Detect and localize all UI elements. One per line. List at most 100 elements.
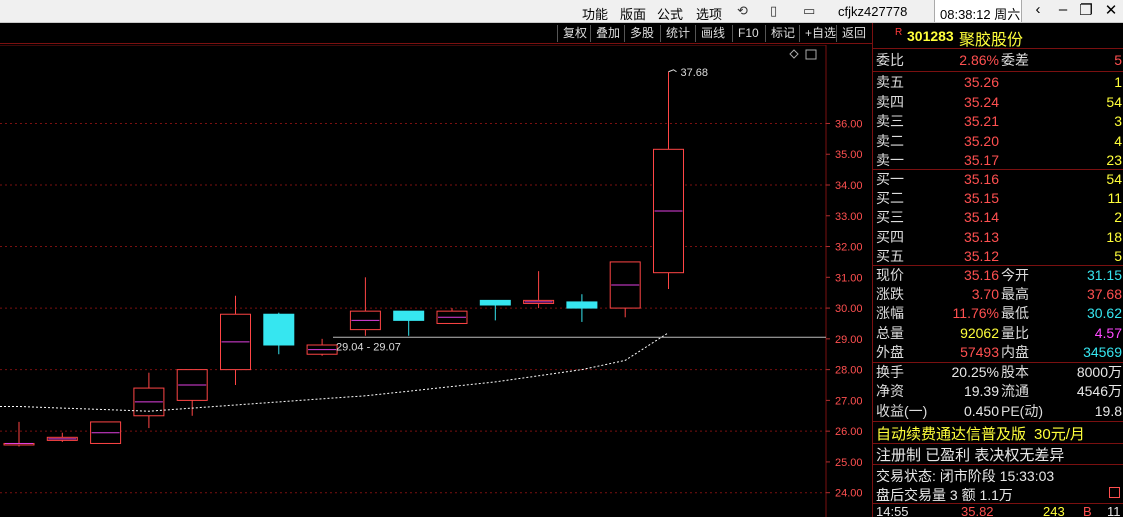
buy-row-value: 35.13 bbox=[963, 228, 999, 245]
quote-row-label: 涨跌 bbox=[876, 286, 904, 303]
fund-row-value: 20.25% bbox=[951, 364, 999, 380]
return-button[interactable]: 返回 bbox=[836, 25, 871, 42]
fund-row-value: 0.450 bbox=[963, 402, 999, 419]
quote-row: 总量 92062 量比 4.57 bbox=[873, 324, 1123, 343]
fund-row: 净资 19.39 流通 4546万 bbox=[873, 382, 1123, 401]
divider bbox=[873, 71, 1123, 72]
quote-row-label: 现价 bbox=[876, 267, 904, 283]
tick-time: 14:55 bbox=[876, 504, 909, 517]
fund-row-label2: PE(动) bbox=[1001, 402, 1043, 419]
buy-row: 买二 35.15 11 bbox=[873, 189, 1123, 208]
candle-body bbox=[479, 299, 511, 306]
buy-row-value: 35.15 bbox=[963, 190, 999, 207]
sell-row-label: 卖五 bbox=[876, 74, 904, 90]
message-icon[interactable]: ▭ bbox=[803, 3, 815, 19]
buy-row-value: 35.16 bbox=[963, 171, 999, 187]
buy-row-value2: 11 bbox=[1107, 190, 1122, 207]
stock-code: 301283 bbox=[907, 28, 954, 44]
mark-button[interactable]: 标记 bbox=[765, 25, 800, 42]
max-price-label: 37.68 bbox=[681, 67, 709, 79]
weicha-label: 委差 bbox=[1001, 52, 1029, 68]
refresh-icon[interactable]: ⟲ bbox=[737, 3, 748, 19]
promo-banner[interactable]: 自动续费通达信普及版 30元/月 bbox=[876, 423, 1085, 444]
y-tick-label: 32.00 bbox=[835, 242, 863, 254]
quote-row: 外盘 57493 内盘 34569 bbox=[873, 343, 1123, 362]
promo-text: 自动续费通达信普及版 bbox=[876, 426, 1027, 443]
y-tick-label: 29.00 bbox=[835, 334, 863, 346]
menu-formula[interactable]: 公式 bbox=[657, 4, 683, 23]
diamond-icon bbox=[789, 49, 799, 59]
quote-row-value: 35.16 bbox=[963, 267, 999, 283]
quote-row-value2: 34569 bbox=[1083, 343, 1122, 360]
close-icon[interactable]: ✕ bbox=[1101, 1, 1121, 19]
f10-button[interactable]: F10 bbox=[732, 25, 764, 42]
user-account[interactable]: cfjkz427778 bbox=[838, 4, 907, 19]
menu-function[interactable]: 功能 bbox=[582, 4, 608, 23]
quote-row: 涨跌 3.70 最高 37.68 bbox=[873, 285, 1123, 304]
buy-row-label: 买四 bbox=[876, 228, 904, 245]
sell-row: 卖五 35.26 1 bbox=[873, 73, 1123, 92]
listing-notice: 注册制 已盈利 表决权无差异 bbox=[876, 447, 1065, 464]
buy-row-value2: 5 bbox=[1114, 247, 1122, 264]
quote-row-label2: 内盘 bbox=[1001, 343, 1029, 360]
quote-row-value2: 37.68 bbox=[1086, 286, 1122, 303]
multi-stock-button[interactable]: 多股 bbox=[624, 25, 659, 42]
quote-row-value: 92062 bbox=[960, 324, 999, 341]
detail-icon[interactable] bbox=[1109, 487, 1120, 498]
quote-row-label: 外盘 bbox=[876, 343, 904, 360]
weibi-value: 2.86% bbox=[959, 52, 999, 68]
quote-row-label2: 量比 bbox=[1001, 324, 1029, 341]
fund-row: 换手 20.25% 股本 8000万 bbox=[873, 363, 1123, 382]
y-tick-label: 35.00 bbox=[835, 149, 863, 161]
draw-line-button[interactable]: 画线 bbox=[695, 25, 730, 42]
y-tick-label: 26.00 bbox=[835, 426, 863, 438]
tick-side: B bbox=[1083, 504, 1092, 517]
restore-icon[interactable]: ❐ bbox=[1076, 1, 1096, 19]
sell-row-label: 卖二 bbox=[876, 132, 904, 149]
fuquan-button[interactable]: 复权 bbox=[557, 25, 592, 42]
sell-row-value: 35.20 bbox=[963, 132, 999, 149]
quote-row-value2: 4.57 bbox=[1094, 324, 1122, 341]
candle-body bbox=[263, 313, 295, 346]
sell-row-value2: 23 bbox=[1106, 152, 1122, 168]
kline-chart[interactable]: 24.00 25.00 26.00 27.00 28.00 29.00 30.00 31.00… bbox=[0, 45, 872, 517]
candle-body bbox=[566, 301, 598, 309]
sell-row: 卖二 35.20 4 bbox=[873, 132, 1123, 151]
buy-row: 买三 35.14 2 bbox=[873, 208, 1123, 227]
sell-row: 卖三 35.21 3 bbox=[873, 112, 1123, 131]
y-tick-label: 36.00 bbox=[835, 118, 863, 130]
quote-row-label: 涨幅 bbox=[876, 305, 904, 322]
divider bbox=[873, 421, 1123, 422]
quote-row-value2: 30.62 bbox=[1086, 305, 1122, 322]
y-tick-label: 28.00 bbox=[835, 365, 863, 377]
add-watchlist-button[interactable]: +自选 bbox=[799, 25, 841, 42]
stock-header: R 301283 聚胶股份 bbox=[873, 23, 1123, 49]
buy-row-label: 买五 bbox=[876, 247, 904, 264]
quote-row-value: 11.76% bbox=[952, 305, 999, 322]
buy-row-value2: 54 bbox=[1106, 171, 1122, 187]
y-tick-label: 24.00 bbox=[835, 488, 863, 500]
back-icon[interactable]: ‹ bbox=[1028, 1, 1048, 18]
sell-row-value: 35.17 bbox=[963, 152, 999, 168]
y-tick-label: 30.00 bbox=[835, 303, 863, 315]
fund-row-value2: 8000万 bbox=[1076, 364, 1122, 380]
statistics-button[interactable]: 统计 bbox=[660, 25, 695, 42]
sell-row-value2: 1 bbox=[1114, 74, 1122, 90]
quote-panel: R 301283 聚胶股份 委比 2.86% 委差 5 自动续费通达信普及版 30… bbox=[872, 23, 1123, 517]
menu-options[interactable]: 选项 bbox=[696, 4, 722, 23]
panel-toggle-icon bbox=[805, 49, 817, 60]
sell-row: 卖四 35.24 54 bbox=[873, 93, 1123, 112]
max-marker bbox=[668, 69, 677, 73]
buy-row: 买五 35.12 5 bbox=[873, 247, 1123, 266]
fund-row-value: 19.39 bbox=[963, 383, 999, 400]
last-tick-row: 14:55 35.82 243 B 11 bbox=[873, 504, 1123, 517]
menu-layout[interactable]: 版面 bbox=[620, 4, 646, 23]
minimize-icon[interactable]: – bbox=[1053, 1, 1073, 18]
tick-volume: 243 bbox=[1043, 504, 1065, 517]
y-tick-label: 33.00 bbox=[835, 211, 863, 223]
phone-icon[interactable]: ▯ bbox=[770, 3, 777, 19]
fund-row-label: 收益(一) bbox=[876, 402, 928, 419]
y-tick-label: 25.00 bbox=[835, 457, 863, 469]
promo-price: 30元/月 bbox=[1034, 426, 1085, 443]
overlay-button[interactable]: 叠加 bbox=[590, 25, 625, 42]
